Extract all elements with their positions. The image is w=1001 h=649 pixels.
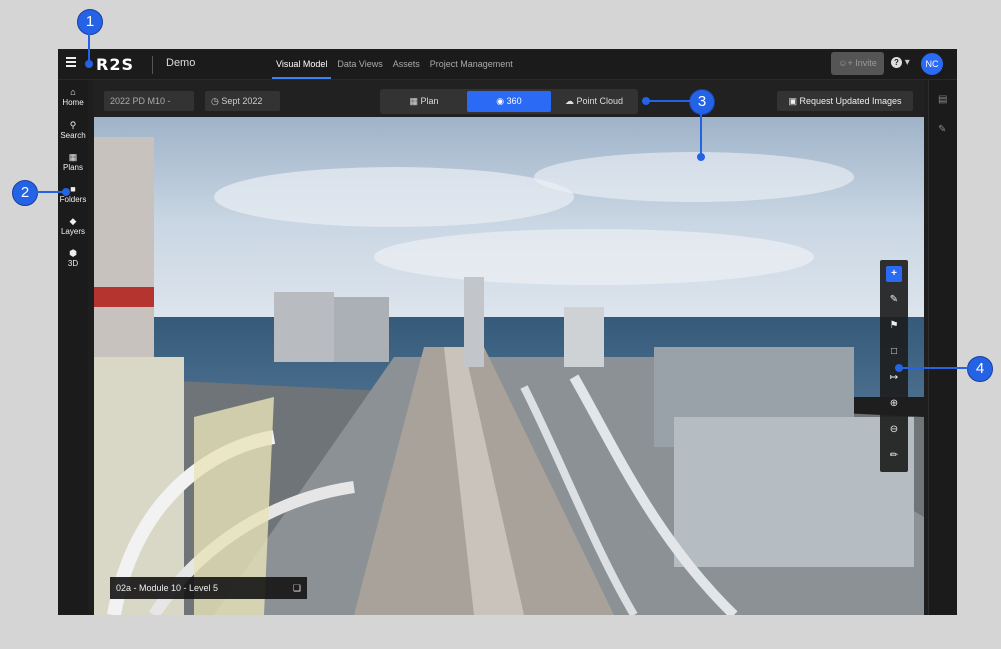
view-toolbar: 2022 PD M10 - 126 ◷ Sept 2022 ▦ Plan ◉ 3… (94, 80, 924, 126)
plan-label: Plan (420, 96, 439, 106)
home-icon: ⌂ (70, 87, 76, 97)
location-label[interactable]: 02a - Module 10 - Level 5 ❏ (110, 577, 307, 599)
zoom-in-icon[interactable]: ⊕ (886, 396, 902, 412)
sidebar-item-layers[interactable]: ◆ Layers (58, 216, 88, 236)
view-mode-switch: ▦ Plan ◉ 360 ☁ Point Cloud (380, 89, 638, 114)
map-icon: ▦ (68, 152, 78, 162)
date-label: Sept 2022 (221, 96, 263, 106)
map-icon: ▦ (409, 96, 421, 106)
location-text: 02a - Module 10 - Level 5 (116, 583, 219, 593)
request-updated-images-button[interactable]: ▣ Request Updated Images (777, 91, 913, 111)
menu-icon[interactable] (66, 57, 76, 69)
sidebar-item-label: Plans (62, 163, 83, 172)
avatar[interactable]: NC (921, 53, 943, 75)
invite-button[interactable]: ☺+ Invite (831, 52, 884, 75)
callout-3-line-down (700, 113, 702, 156)
sidebar-item-label: Home (62, 98, 84, 107)
logo: R2S (96, 55, 134, 74)
360-label: 360 (506, 96, 522, 106)
plan-view-button[interactable]: ▦ Plan (383, 91, 465, 112)
pencil-icon[interactable]: ✎ (886, 292, 902, 308)
add-icon[interactable]: + (886, 266, 902, 282)
point-cloud-view-button[interactable]: ☁ Point Cloud (553, 91, 635, 112)
panorama-viewer[interactable]: 02a - Module 10 - Level 5 ❏ + ✎ ⚑ □ ↦ ⊕ ⊖… (94, 117, 924, 615)
tab-visual-model[interactable]: Visual Model (271, 49, 332, 79)
sidebar-item-label: 3D (67, 259, 79, 268)
tab-assets[interactable]: Assets (393, 49, 420, 79)
tab-data-views[interactable]: Data Views (337, 49, 382, 79)
add-user-icon: ☺+ (838, 58, 856, 68)
date-select[interactable]: ◷ Sept 2022 (205, 91, 280, 111)
point-cloud-label: Point Cloud (576, 96, 624, 106)
sidebar-item-plans[interactable]: ▦ Plans (58, 152, 88, 172)
callout-2-dot (62, 188, 70, 196)
app-window: R2S Demo Visual Model Data Views Assets … (58, 49, 957, 615)
select-icon[interactable]: □ (886, 344, 902, 360)
search-icon: ⚲ (69, 120, 77, 130)
measure-icon[interactable]: ↦ (886, 370, 902, 386)
clock-icon: ◷ (211, 96, 222, 106)
zoom-out-icon[interactable]: ⊖ (886, 422, 902, 438)
pencil-icon[interactable]: ✎ (938, 124, 946, 135)
sidebar-item-label: Search (60, 131, 86, 140)
sidebar-item-label: Layers (60, 227, 85, 236)
cube-icon: ⬢ (69, 248, 77, 258)
camera-icon: ◉ (496, 96, 507, 106)
left-sidebar: ⌂ Home ⚲ Search ▦ Plans ■ Folders ◆ Layers ⬢ 3… (58, 80, 88, 615)
copy-icon[interactable]: ❏ (293, 577, 301, 599)
request-label: Request Updated Images (799, 96, 902, 106)
invite-label: Invite (855, 58, 877, 68)
callout-3-dot (642, 97, 650, 105)
annotation-toolbar: + ✎ ⚑ □ ↦ ⊕ ⊖ ✏ (880, 260, 908, 472)
sidebar-item-search[interactable]: ⚲ Search (58, 120, 88, 140)
callout-2: 2 (12, 180, 38, 206)
model-select[interactable]: 2022 PD M10 - 126 (104, 91, 194, 126)
help-icon: ? (891, 57, 902, 68)
project-name: Demo (166, 57, 196, 69)
top-bar: R2S Demo Visual Model Data Views Assets … (58, 49, 957, 80)
image-icon: ▣ (788, 96, 800, 106)
cloud-icon: ☁ (564, 96, 577, 106)
callout-4: 4 (967, 356, 993, 382)
callout-3-line (646, 100, 690, 102)
edit-icon[interactable]: ✏ (886, 448, 902, 464)
callout-1-dot (85, 60, 93, 68)
callout-4-dot (895, 364, 903, 372)
divider (152, 56, 153, 74)
360-view-button[interactable]: ◉ 360 (467, 91, 551, 112)
details-icon[interactable]: ▤ (938, 94, 947, 105)
callout-4-line (901, 367, 968, 369)
panorama-image (94, 117, 924, 615)
sidebar-item-label: Folders (59, 195, 87, 204)
chevron-down-icon: ▾ (904, 57, 910, 68)
help-menu[interactable]: ? ▾ (891, 57, 910, 68)
flag-icon[interactable]: ⚑ (886, 318, 902, 334)
callout-3: 3 (689, 89, 715, 115)
sidebar-item-home[interactable]: ⌂ Home (58, 87, 88, 107)
main-nav: Visual Model Data Views Assets Project M… (271, 49, 523, 79)
sidebar-item-3d[interactable]: ⬢ 3D (58, 248, 88, 268)
layers-icon: ◆ (69, 216, 77, 226)
right-rail: ▤ ✎ (928, 80, 957, 615)
callout-3-dot-2 (697, 153, 705, 161)
tab-project-management[interactable]: Project Management (430, 49, 513, 79)
callout-1: 1 (77, 9, 103, 35)
